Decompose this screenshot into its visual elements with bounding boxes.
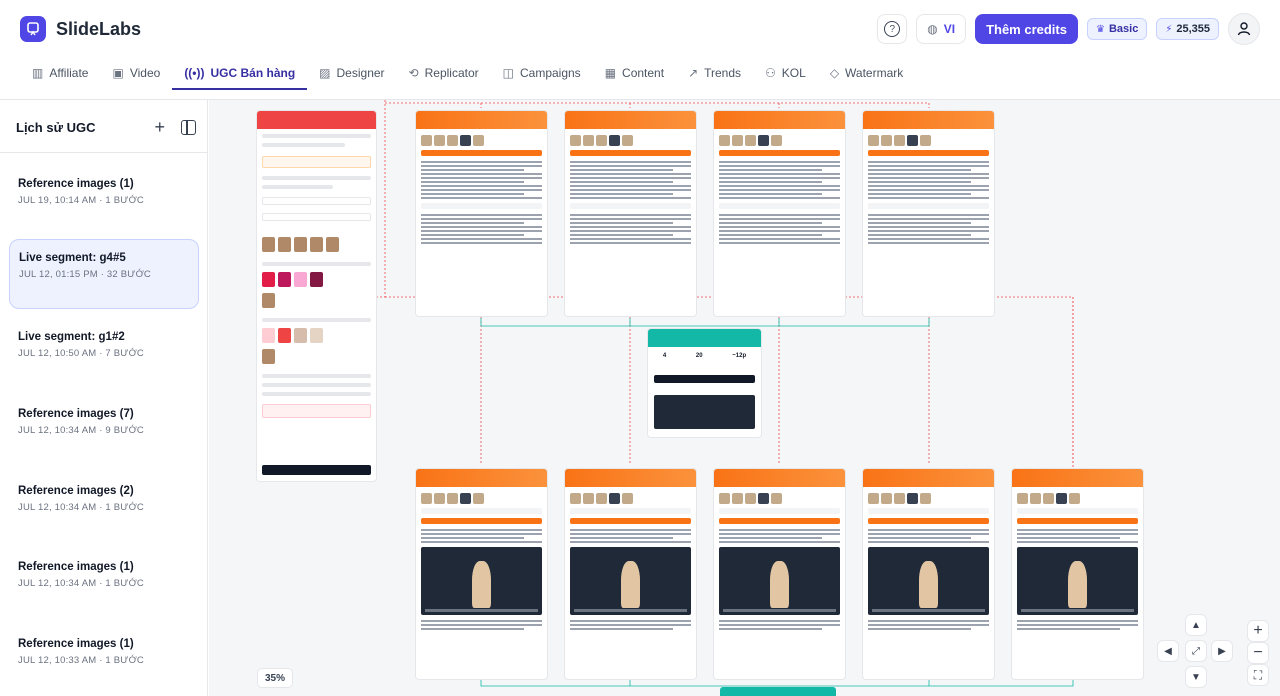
- logo-icon: [20, 16, 46, 42]
- tab-video[interactable]: ▣ Video: [100, 58, 172, 88]
- tag-icon: ◇: [829, 66, 840, 80]
- history-item[interactable]: Reference images (1) JUL 12, 10:34 AM · …: [9, 549, 199, 619]
- trend-icon: ↗: [688, 66, 699, 80]
- sidebar-divider: [0, 152, 207, 153]
- script-node[interactable]: [713, 110, 846, 317]
- tab-designer[interactable]: ▨ Designer: [307, 58, 396, 88]
- zoom-out-button[interactable]: −: [1247, 642, 1269, 664]
- pan-left-button[interactable]: ◀: [1157, 640, 1179, 662]
- calendar-icon: ▦: [604, 66, 617, 80]
- sidebar-actions: +: [154, 118, 196, 136]
- minus-icon: −: [1253, 644, 1263, 661]
- credits-balance: 25,355: [1176, 23, 1210, 35]
- app-name: SlideLabs: [56, 18, 142, 39]
- language-label: VI: [943, 22, 956, 36]
- video-player[interactable]: [1017, 547, 1138, 615]
- history-item[interactable]: Reference images (1) JUL 12, 10:33 AM · …: [9, 626, 199, 696]
- arrow-left-icon: ◀: [1164, 645, 1172, 657]
- expand-icon: ⤢: [1192, 645, 1200, 657]
- code-preview: [654, 395, 755, 429]
- globe-icon: ◍: [927, 22, 938, 36]
- export-script-node[interactable]: 4 20 ~12p: [647, 328, 762, 438]
- main-tabs: ▥ Affiliate ▣ Video ((•)) UGC Bán hàng ▨ Des…: [20, 58, 915, 90]
- tab-kol[interactable]: ⚇ KOL: [753, 58, 818, 88]
- history-item[interactable]: Reference images (2) JUL 12, 10:34 AM · …: [9, 473, 199, 543]
- repeat-icon: ⟲: [408, 66, 419, 80]
- history-item[interactable]: Live segment: g1#2 JUL 12, 10:50 AM · 7 …: [9, 319, 199, 389]
- help-button[interactable]: ?: [877, 14, 908, 44]
- ugc-config-node[interactable]: [256, 110, 377, 482]
- video-player[interactable]: [570, 547, 691, 615]
- video-player[interactable]: [421, 547, 542, 615]
- stat-duration: ~12p: [732, 353, 747, 359]
- top-bar: SlideLabs ? ◍ VI Thêm credits ♛ Basic ⚡ …: [0, 0, 1280, 100]
- fullscreen-icon: ⛶: [1253, 667, 1263, 682]
- crown-icon: ♛: [1095, 23, 1105, 35]
- bar-chart-icon: ▥: [32, 66, 44, 80]
- plus-icon[interactable]: +: [154, 118, 165, 136]
- tab-ugc-ban-hang[interactable]: ((•)) UGC Bán hàng: [172, 58, 308, 90]
- history-sidebar: Lịch sử UGC + Reference images (1) JUL 1…: [0, 100, 208, 696]
- user-avatar[interactable]: [1228, 13, 1260, 45]
- history-item[interactable]: Reference images (1) JUL 19, 10:14 AM · …: [9, 166, 199, 236]
- zoom-in-button[interactable]: +: [1247, 620, 1269, 642]
- export-script-node-partial[interactable]: [720, 687, 836, 696]
- plus-icon: +: [1253, 622, 1263, 639]
- download-script-button[interactable]: [654, 375, 755, 383]
- video-node[interactable]: [1011, 468, 1144, 680]
- megaphone-icon: ◫: [502, 66, 514, 80]
- collapse-sidebar-icon[interactable]: [181, 119, 196, 135]
- history-item[interactable]: Reference images (7) JUL 12, 10:34 AM · …: [9, 396, 199, 466]
- video-node[interactable]: [862, 468, 995, 680]
- header-actions: ? ◍ VI Thêm credits ♛ Basic ⚡ 25,355: [877, 13, 1260, 45]
- pan-down-button[interactable]: ▼: [1185, 666, 1207, 688]
- tab-trends[interactable]: ↗ Trends: [676, 58, 753, 88]
- fullscreen-button[interactable]: ⛶: [1247, 664, 1269, 686]
- script-node[interactable]: [564, 110, 697, 317]
- plan-badge[interactable]: ♛ Basic: [1086, 18, 1148, 40]
- users-icon: ⚇: [765, 66, 776, 80]
- video-node[interactable]: [415, 468, 548, 680]
- video-icon: ▣: [112, 66, 124, 80]
- image-icon: ▨: [319, 66, 331, 80]
- lightning-icon: ⚡: [1165, 23, 1173, 35]
- user-icon: [1237, 22, 1251, 36]
- config-node-header: [257, 111, 376, 129]
- tab-watermark[interactable]: ◇ Watermark: [818, 58, 915, 88]
- pan-up-button[interactable]: ▲: [1185, 614, 1207, 636]
- plan-label: Basic: [1108, 23, 1139, 35]
- generate-button[interactable]: [262, 465, 371, 475]
- arrow-right-icon: ▶: [1218, 645, 1226, 657]
- history-item-active[interactable]: Live segment: g4#5 JUL 12, 01:15 PM · 32…: [9, 239, 199, 309]
- script-node[interactable]: [415, 110, 548, 317]
- tab-content[interactable]: ▦ Content: [593, 58, 676, 88]
- stat-steps: 20: [695, 353, 703, 359]
- tab-affiliate[interactable]: ▥ Affiliate: [20, 58, 100, 88]
- video-node[interactable]: [564, 468, 697, 680]
- video-node[interactable]: [713, 468, 846, 680]
- tab-replicator[interactable]: ⟲ Replicator: [397, 58, 491, 88]
- language-button[interactable]: ◍ VI: [916, 14, 967, 44]
- credits-balance-badge[interactable]: ⚡ 25,355: [1156, 18, 1219, 40]
- add-credits-button[interactable]: Thêm credits: [975, 14, 1078, 44]
- tab-campaigns[interactable]: ◫ Campaigns: [491, 58, 593, 88]
- question-icon: ?: [884, 21, 901, 37]
- sidebar-header: Lịch sử UGC +: [16, 118, 196, 136]
- sidebar-title: Lịch sử UGC: [16, 119, 96, 135]
- video-player[interactable]: [719, 547, 840, 615]
- broadcast-icon: ((•)): [184, 66, 205, 80]
- stat-segments: 4: [662, 353, 667, 359]
- script-node[interactable]: [862, 110, 995, 317]
- fit-view-button[interactable]: ⤢: [1185, 640, 1207, 662]
- zoom-level: 35%: [257, 668, 294, 688]
- arrow-up-icon: ▲: [1191, 619, 1201, 631]
- app-logo[interactable]: SlideLabs: [20, 16, 141, 42]
- video-player[interactable]: [868, 547, 989, 615]
- pan-right-button[interactable]: ▶: [1211, 640, 1233, 662]
- arrow-down-icon: ▼: [1191, 671, 1201, 683]
- flow-canvas[interactable]: 4 20 ~12p 35% ▲ ◀ ⤢ ▶ ▼ + − ⛶: [209, 100, 1280, 696]
